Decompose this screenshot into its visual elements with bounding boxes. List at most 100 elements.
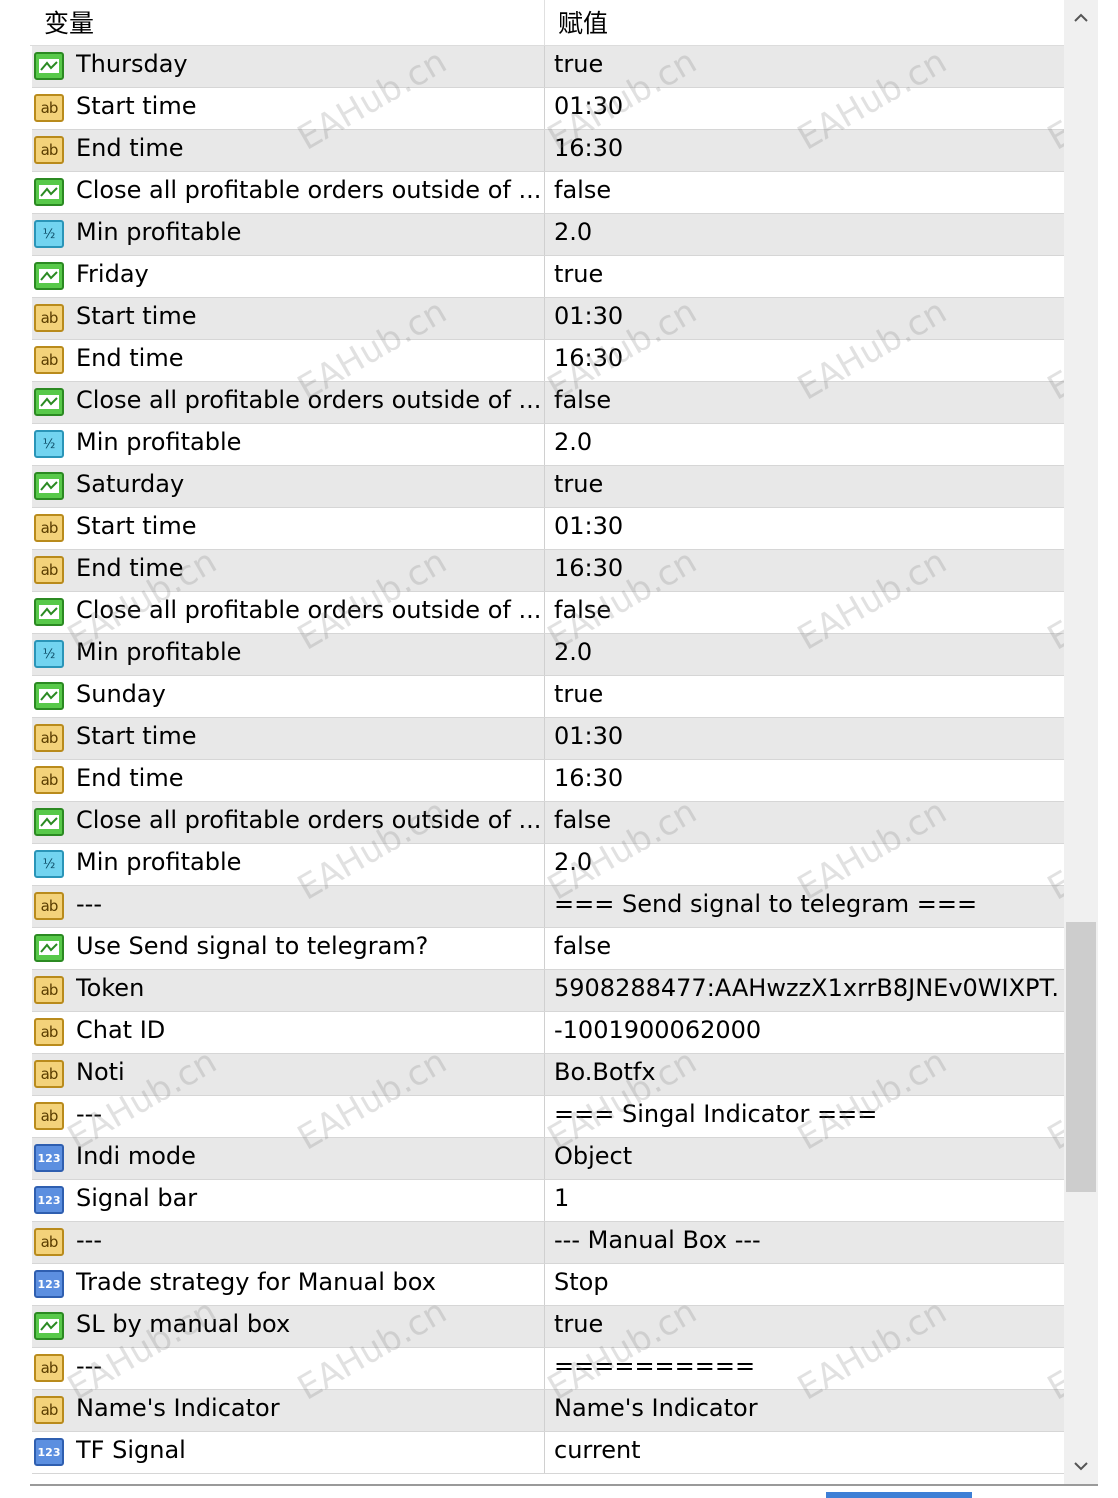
variable-value[interactable]: 1 (554, 1184, 1060, 1212)
scroll-thumb[interactable] (1066, 922, 1096, 1192)
variable-value[interactable]: -1001900062000 (554, 1016, 1060, 1044)
vertical-scrollbar[interactable] (1064, 0, 1098, 1484)
parameters-table: 变量 赋值 Thursday true ab Start time 01:30 ab End… (30, 0, 1064, 1486)
column-header-variable[interactable]: 变量 (44, 4, 94, 40)
table-row[interactable]: ab End time 16:30 (32, 130, 1064, 172)
table-row[interactable]: ½ Min profitable 2.0 (32, 844, 1064, 886)
variable-value[interactable]: false (554, 386, 1060, 414)
bool-type-icon (34, 262, 64, 290)
variable-value[interactable]: 2.0 (554, 428, 1060, 456)
string-type-icon: ab (34, 1102, 64, 1130)
table-row[interactable]: Use Send signal to telegram? false (32, 928, 1064, 970)
variable-value[interactable]: Bo.Botfx (554, 1058, 1060, 1086)
variable-name: Min profitable (76, 638, 242, 666)
table-row[interactable]: ½ Min profitable 2.0 (32, 634, 1064, 676)
chevron-up-icon (1074, 13, 1088, 22)
variable-value[interactable]: Object (554, 1142, 1060, 1170)
table-row[interactable]: Close all profitable orders outside of .… (32, 802, 1064, 844)
variable-value[interactable]: ========== (554, 1352, 1060, 1380)
table-row[interactable]: Saturday true (32, 466, 1064, 508)
table-row[interactable]: 123 Trade strategy for Manual box Stop (32, 1264, 1064, 1306)
variable-name: Token (76, 974, 145, 1002)
variable-value[interactable]: 16:30 (554, 344, 1060, 372)
table-row[interactable]: Close all profitable orders outside of .… (32, 172, 1064, 214)
table-header: 变量 赋值 (30, 0, 1064, 46)
chevron-down-icon (1074, 1462, 1088, 1471)
grid-bottom-border (30, 1484, 1098, 1486)
variable-value[interactable]: true (554, 470, 1060, 498)
cell-divider (544, 1096, 545, 1137)
variable-value[interactable]: 2.0 (554, 848, 1060, 876)
table-row[interactable]: ab Start time 01:30 (32, 718, 1064, 760)
table-row[interactable]: ab --- --- Manual Box --- (32, 1222, 1064, 1264)
table-row[interactable]: Thursday true (32, 46, 1064, 88)
variable-value[interactable]: true (554, 1310, 1060, 1338)
table-row[interactable]: 123 TF Signal current (32, 1432, 1064, 1474)
variable-value[interactable]: true (554, 680, 1060, 708)
variable-name: Close all profitable orders outside of .… (76, 386, 542, 414)
table-row[interactable]: 123 Indi mode Object (32, 1138, 1064, 1180)
variable-name: End time (76, 554, 184, 582)
table-row[interactable]: ab Start time 01:30 (32, 88, 1064, 130)
bool-type-icon (34, 1312, 64, 1340)
variable-value[interactable]: false (554, 932, 1060, 960)
variable-value[interactable]: current (554, 1436, 1060, 1464)
table-row[interactable]: Close all profitable orders outside of .… (32, 382, 1064, 424)
variable-name: Start time (76, 302, 197, 330)
table-row[interactable]: ½ Min profitable 2.0 (32, 424, 1064, 466)
scroll-down-button[interactable] (1064, 1450, 1098, 1484)
variable-value[interactable]: 5908288477:AAHwzzX1xrrB8JNEv0WIXPT... (554, 974, 1060, 1002)
scroll-up-button[interactable] (1064, 0, 1098, 34)
table-row[interactable]: 123 Signal bar 1 (32, 1180, 1064, 1222)
variable-value[interactable]: 01:30 (554, 302, 1060, 330)
table-row[interactable]: Close all profitable orders outside of .… (32, 592, 1064, 634)
variable-value[interactable]: 01:30 (554, 512, 1060, 540)
variable-value[interactable]: Name's Indicator (554, 1394, 1060, 1422)
variable-value[interactable]: 01:30 (554, 92, 1060, 120)
variable-value[interactable]: false (554, 806, 1060, 834)
cell-divider (544, 46, 545, 87)
table-row[interactable]: ab --- === Send signal to telegram === (32, 886, 1064, 928)
variable-value[interactable]: true (554, 260, 1060, 288)
bool-type-icon (34, 934, 64, 962)
table-row[interactable]: SL by manual box true (32, 1306, 1064, 1348)
variable-name: Min profitable (76, 428, 242, 456)
variable-value[interactable]: 01:30 (554, 722, 1060, 750)
variable-value[interactable]: 16:30 (554, 554, 1060, 582)
variable-value[interactable]: 16:30 (554, 134, 1060, 162)
variable-value[interactable]: === Send signal to telegram === (554, 890, 1060, 918)
variable-name: End time (76, 134, 184, 162)
variable-value[interactable]: --- Manual Box --- (554, 1226, 1060, 1254)
cell-divider (544, 214, 545, 255)
table-row[interactable]: ab End time 16:30 (32, 340, 1064, 382)
table-row[interactable]: ab --- === Singal Indicator === (32, 1096, 1064, 1138)
table-row[interactable]: Sunday true (32, 676, 1064, 718)
cell-divider (544, 970, 545, 1011)
window-accent-bar (826, 1492, 972, 1498)
table-row[interactable]: ab Start time 01:30 (32, 508, 1064, 550)
table-row[interactable]: ½ Min profitable 2.0 (32, 214, 1064, 256)
variable-value[interactable]: false (554, 596, 1060, 624)
variable-value[interactable]: true (554, 50, 1060, 78)
table-row[interactable]: ab Start time 01:30 (32, 298, 1064, 340)
table-row[interactable]: ab Name's Indicator Name's Indicator (32, 1390, 1064, 1432)
variable-value[interactable]: 2.0 (554, 218, 1060, 246)
variable-value[interactable]: 2.0 (554, 638, 1060, 666)
double-type-icon: ½ (34, 640, 64, 668)
column-header-value[interactable]: 赋值 (558, 4, 608, 40)
table-row[interactable]: ab End time 16:30 (32, 760, 1064, 802)
table-row[interactable]: ab End time 16:30 (32, 550, 1064, 592)
table-row[interactable]: ab Chat ID -1001900062000 (32, 1012, 1064, 1054)
column-divider[interactable] (544, 0, 545, 45)
table-row[interactable]: ab --- ========== (32, 1348, 1064, 1390)
variable-value[interactable]: false (554, 176, 1060, 204)
variable-value[interactable]: 16:30 (554, 764, 1060, 792)
string-type-icon: ab (34, 304, 64, 332)
cell-divider (544, 256, 545, 297)
table-row[interactable]: Friday true (32, 256, 1064, 298)
variable-value[interactable]: Stop (554, 1268, 1060, 1296)
table-row[interactable]: ab Noti Bo.Botfx (32, 1054, 1064, 1096)
table-row[interactable]: ab Token 5908288477:AAHwzzX1xrrB8JNEv0WIXP… (32, 970, 1064, 1012)
variable-value[interactable]: === Singal Indicator === (554, 1100, 1060, 1128)
cell-divider (544, 928, 545, 969)
